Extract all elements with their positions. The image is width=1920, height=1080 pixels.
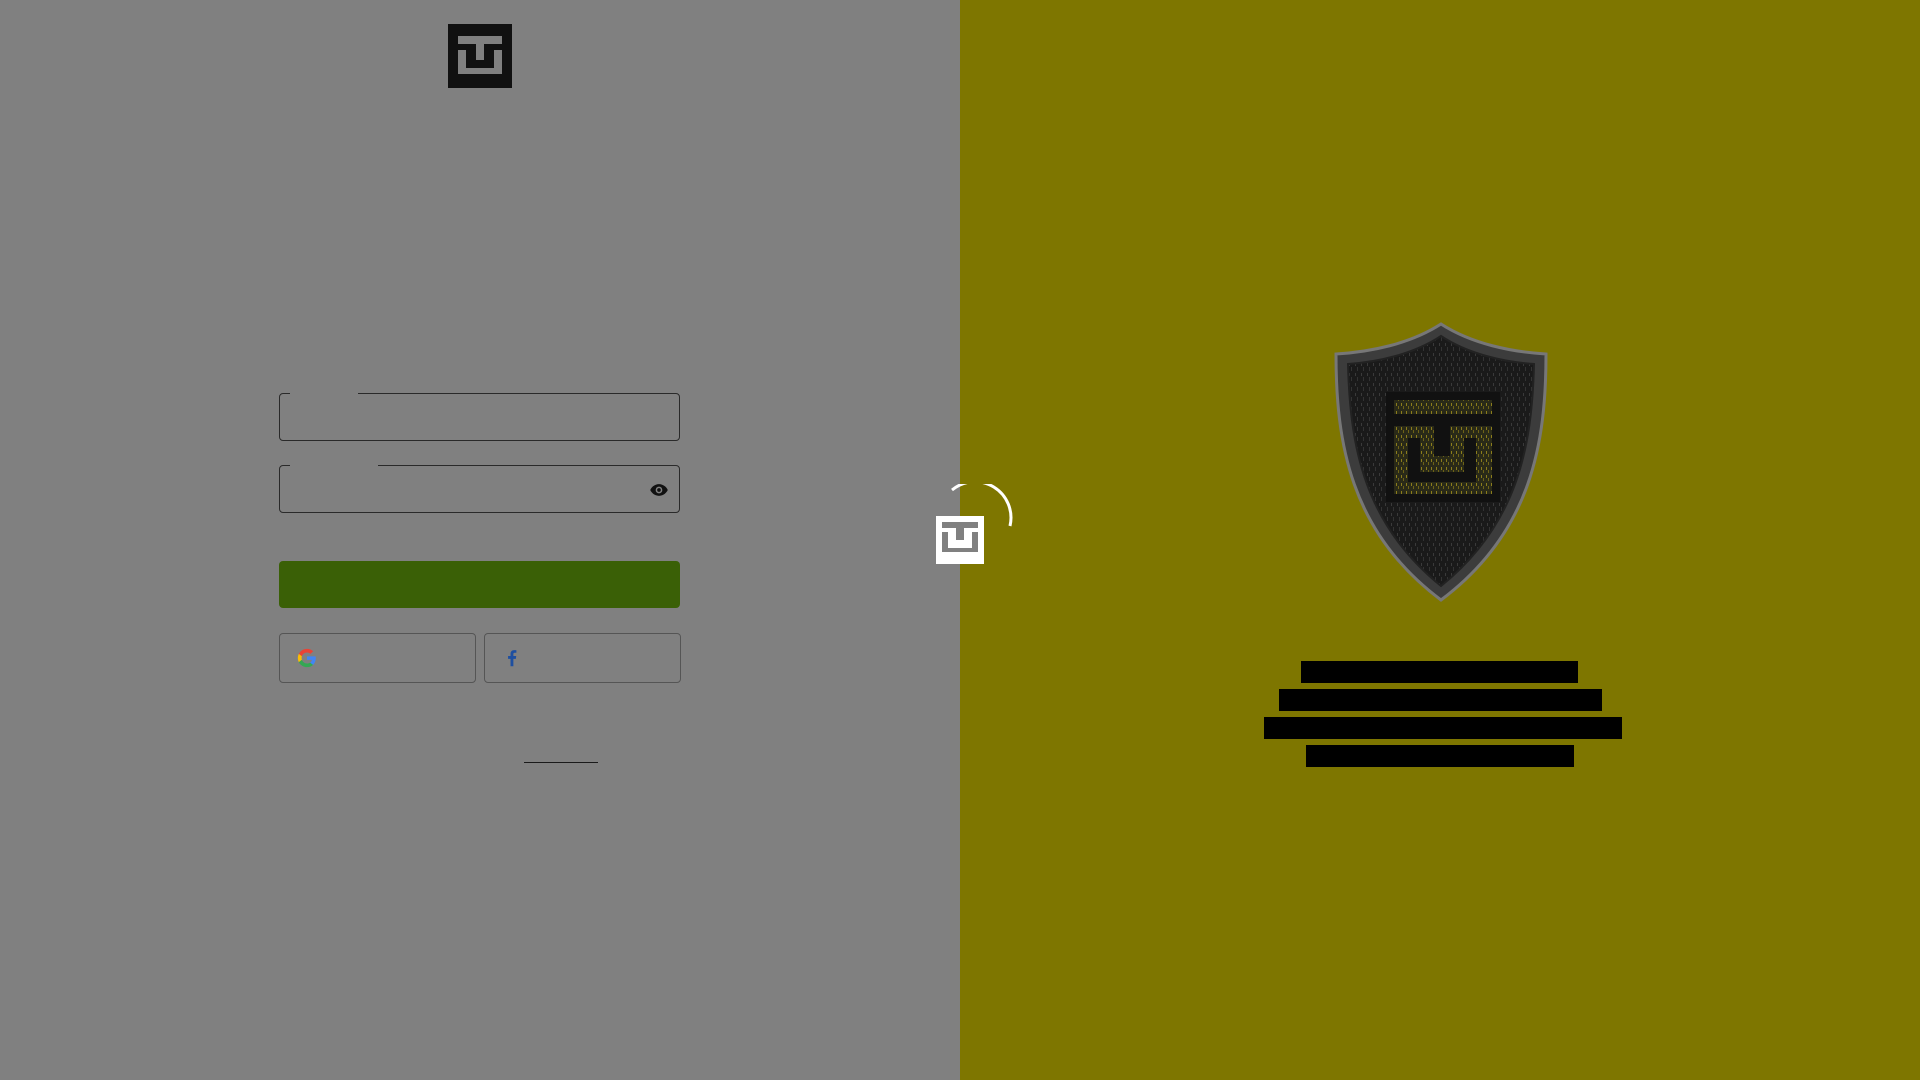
signup-link[interactable] [524,744,598,763]
google-g-icon [297,648,316,668]
tt-loader-icon [936,484,1013,564]
password-field[interactable] [279,457,680,513]
promo-line [1279,689,1602,711]
promo-line [1306,745,1574,767]
facebook-login-button[interactable] [484,633,681,683]
promo-line [1264,717,1622,739]
eye-icon[interactable] [649,480,669,500]
facebook-f-icon [508,650,517,667]
username-field[interactable] [279,385,680,441]
username-input[interactable] [280,394,679,440]
password-input[interactable] [280,466,679,512]
login-button[interactable] [279,561,680,608]
google-login-button[interactable] [279,633,476,683]
tt-logo-icon [448,24,512,88]
shield-icon [1334,322,1548,602]
login-page [0,0,1920,1080]
login-panel [0,0,960,1080]
promo-line [1301,661,1578,683]
